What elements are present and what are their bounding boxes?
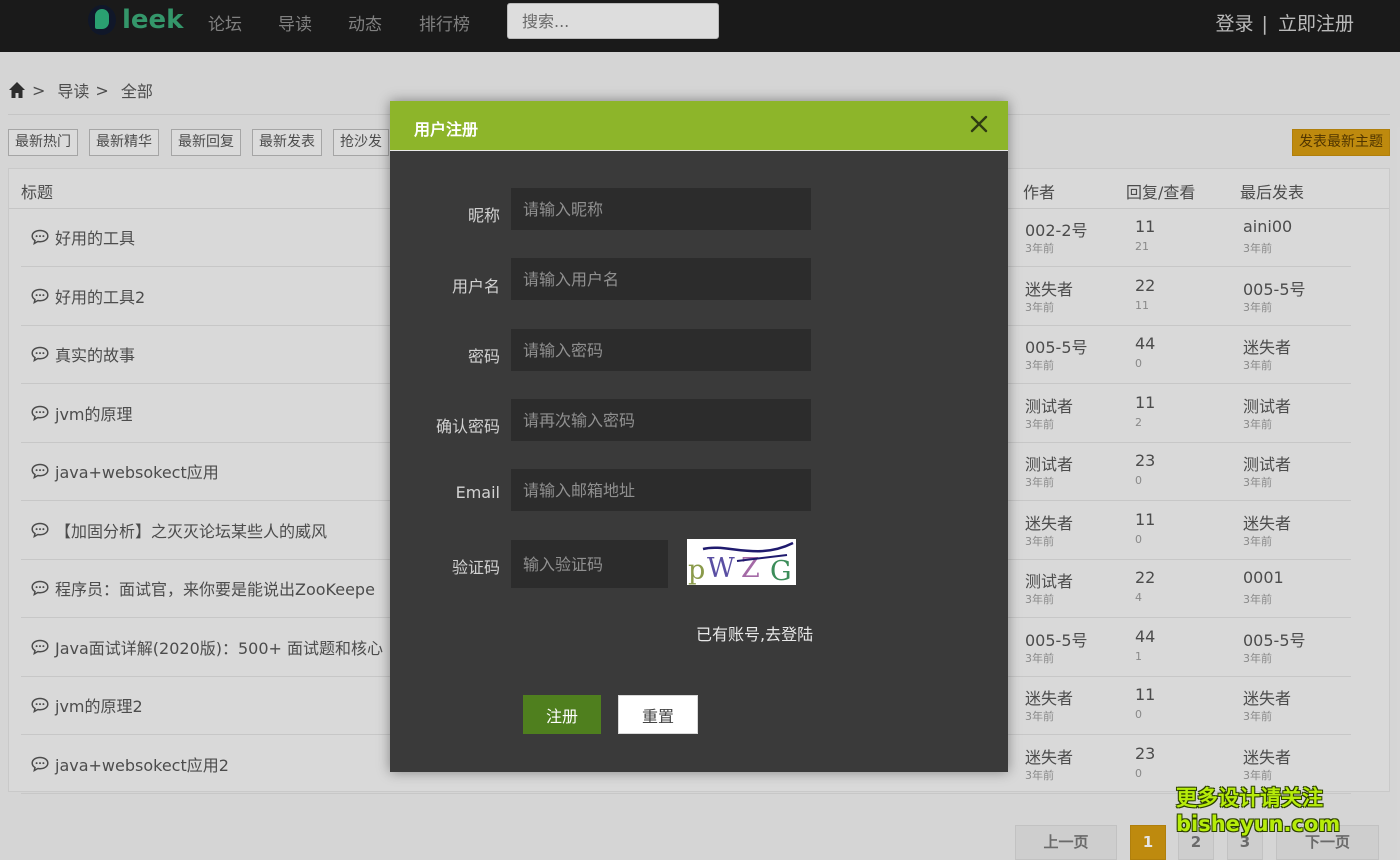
watermark-line-2: bisheyun.com	[1176, 812, 1341, 836]
captcha-label: 验证码	[451, 558, 500, 577]
username-label: 用户名	[451, 277, 500, 296]
register-modal: 用户注册 昵称 用户名 密码 确认密码 Email 验证码 p W Z G 已有…	[390, 101, 1008, 772]
modal-title: 用户注册	[414, 120, 479, 139]
nickname-label: 昵称	[467, 206, 500, 225]
captcha-input[interactable]	[511, 540, 668, 588]
confirm-password-input[interactable]	[511, 399, 811, 441]
nickname-input[interactable]	[511, 188, 811, 230]
go-login-link[interactable]: 已有账号,去登陆	[696, 621, 813, 645]
captcha-image[interactable]: p W Z G	[687, 539, 796, 587]
password-input[interactable]	[511, 329, 811, 371]
captcha-char-w: W	[707, 553, 735, 584]
email-input[interactable]	[511, 469, 811, 511]
reset-button[interactable]: 重置	[618, 695, 698, 734]
password-label: 密码	[467, 347, 500, 366]
modal-header: 用户注册	[390, 101, 1008, 151]
confirm-password-label: 确认密码	[435, 417, 500, 436]
close-icon[interactable]	[968, 113, 990, 135]
watermark: 更多设计请关注 bisheyun.com	[1176, 785, 1340, 837]
register-submit-button[interactable]: 注册	[523, 695, 601, 734]
email-label: Email	[455, 483, 500, 502]
username-input[interactable]	[511, 258, 811, 300]
watermark-line-1: 更多设计请关注	[1176, 786, 1323, 810]
captcha-char-p: p	[688, 555, 705, 585]
captcha-char-g: G	[770, 556, 792, 585]
